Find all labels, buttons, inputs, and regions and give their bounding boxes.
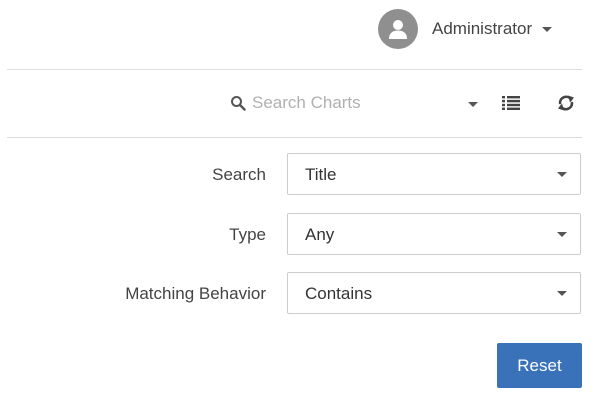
reset-button[interactable]: Reset [497,343,582,388]
matching-behavior-select[interactable]: Contains [287,272,581,314]
search-icon [228,93,248,113]
caret-down-icon [542,26,553,32]
filter-toggle-button[interactable] [463,94,483,114]
type-value: Any [305,225,335,244]
chevron-down-icon [557,232,567,237]
header-divider [7,69,582,70]
list-view-button[interactable] [500,93,522,113]
search-field-select[interactable]: Title [287,153,581,195]
chevron-down-icon [557,172,567,177]
user-avatar-icon [378,9,418,49]
caret-down-icon [468,101,478,107]
refresh-icon [558,95,574,111]
user-name: Administrator [432,19,533,38]
search-field-row: Search Title [0,153,596,197]
matching-behavior-value: Contains [305,284,373,303]
type-select[interactable]: Any [287,213,581,255]
matching-behavior-row: Matching Behavior Contains [0,272,596,316]
type-label: Type [229,225,266,244]
search-charts-input[interactable] [252,93,452,113]
user-menu[interactable]: Administrator [378,9,553,49]
search-field-label: Search [212,165,266,184]
matching-behavior-label: Matching Behavior [125,284,266,303]
chevron-down-icon [557,291,567,296]
refresh-button[interactable] [555,92,577,114]
toolbar-divider [7,137,582,138]
search-bar [228,84,458,122]
list-icon [502,96,520,110]
search-field-value: Title [305,165,337,184]
type-row: Type Any [0,213,596,257]
